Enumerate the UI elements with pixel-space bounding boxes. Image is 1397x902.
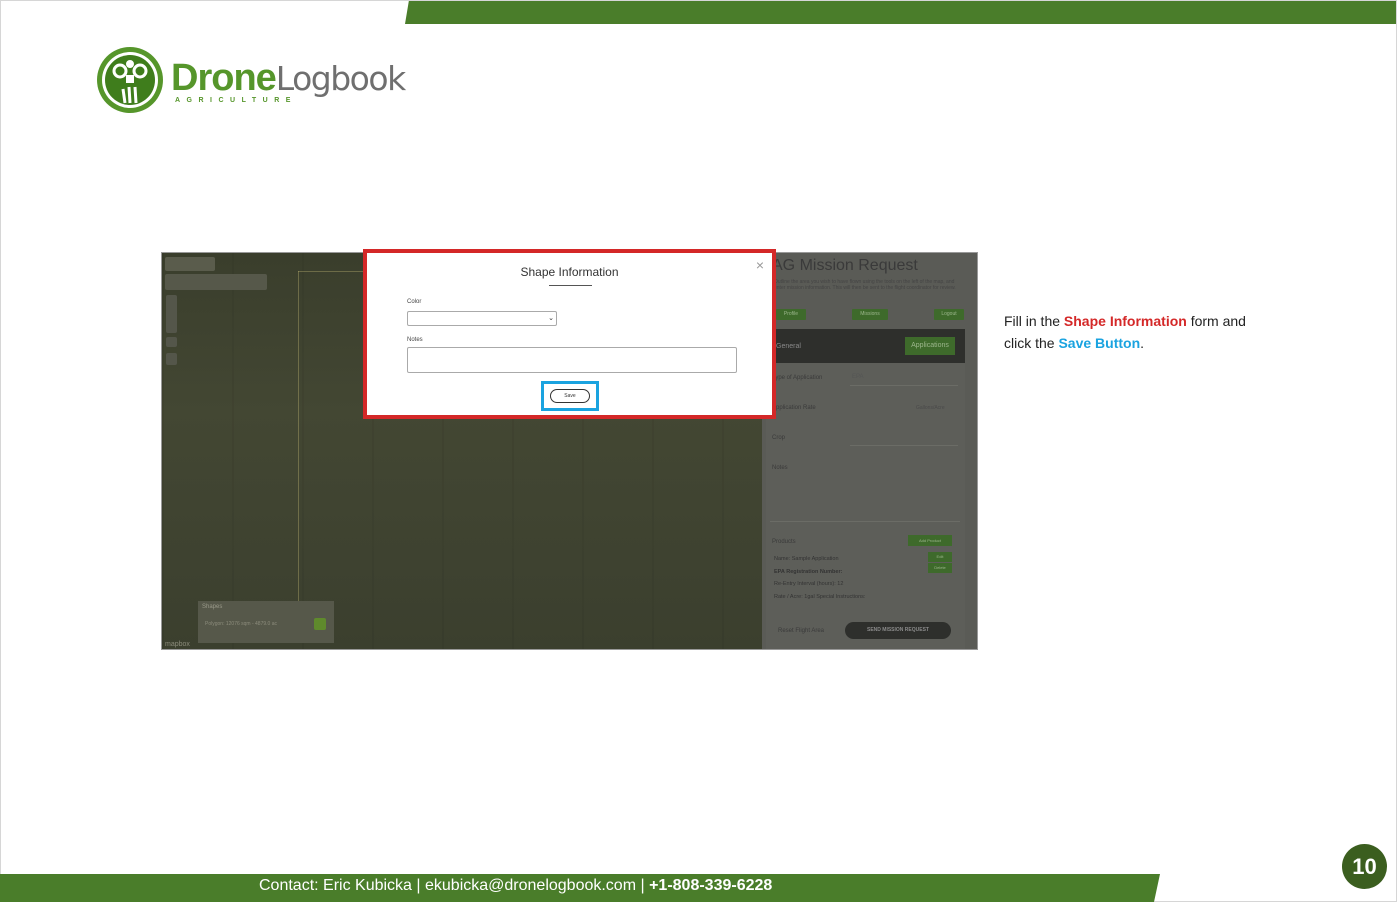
instruction-text: Fill in the Shape Information form and c… xyxy=(1004,310,1264,354)
instruction-shape-info: Shape Information xyxy=(1063,313,1187,329)
applications-form: Type of Application EPA Application Rate… xyxy=(766,363,965,649)
shape-edit-icon[interactable] xyxy=(314,618,326,630)
save-button-highlight: Save xyxy=(541,381,599,411)
delete-product-button[interactable]: Delete xyxy=(928,563,952,573)
notes-textarea[interactable] xyxy=(770,521,960,522)
notes-label: Notes xyxy=(407,337,423,343)
color-select[interactable]: ⌄ xyxy=(407,311,557,326)
shapes-panel: Shapes Polygon: 12076 sqm - 4879.0 ac xyxy=(198,601,334,643)
product-reentry: Re-Entry Interval (hours): 12 xyxy=(774,581,844,587)
modal-title: Shape Information xyxy=(520,265,619,279)
contact-phone: +1-808-339-6228 xyxy=(649,877,773,894)
mission-sidebar: AG Mission Request Outline the area you … xyxy=(762,253,977,649)
mapbox-attribution: mapbox xyxy=(165,641,190,648)
map-search-input[interactable] xyxy=(165,274,267,290)
map-trash-icon[interactable] xyxy=(166,337,177,347)
crop-label: Crop xyxy=(772,435,786,441)
footer-contact: Contact: Eric Kubicka | ekubicka@dronelo… xyxy=(259,876,772,896)
product-name: Name: Sample Application xyxy=(774,556,839,562)
map-boundary-line xyxy=(298,271,299,629)
instruction-part3: . xyxy=(1140,335,1145,351)
profile-button[interactable]: Profile xyxy=(776,309,806,320)
reset-flight-area-link[interactable]: Reset Flight Area xyxy=(778,628,824,634)
product-epa: EPA Registration Number: xyxy=(774,569,843,575)
tab-applications[interactable]: Applications xyxy=(905,337,955,355)
save-button[interactable]: Save xyxy=(550,389,590,403)
sidebar-description: Outline the area you wish to have flown … xyxy=(774,279,956,291)
page-number-badge: 10 xyxy=(1342,844,1387,889)
notes-textarea[interactable] xyxy=(407,347,737,373)
color-label: Color xyxy=(407,299,422,305)
add-product-button[interactable]: Add Product xyxy=(908,535,952,546)
dronelogbook-logo: DroneLogbook AGRICULTURE xyxy=(95,45,425,115)
rate-unit-select[interactable]: Gallons/Acre xyxy=(916,405,945,411)
map-zoom-controls[interactable] xyxy=(166,295,177,333)
shapes-item[interactable]: Polygon: 12076 sqm - 4879.0 ac xyxy=(205,621,277,627)
missions-button[interactable]: Missions xyxy=(852,309,888,320)
top-accent-band xyxy=(405,0,1397,24)
sidebar-title: AG Mission Request xyxy=(772,257,918,274)
edit-product-button[interactable]: Edit xyxy=(928,552,952,562)
instruction-save-button: Save Button xyxy=(1058,335,1141,351)
type-of-application-input[interactable]: EPA xyxy=(852,374,864,380)
notes-label: Notes xyxy=(772,465,788,471)
map-draw-icon[interactable] xyxy=(166,353,177,365)
field-underline xyxy=(850,385,958,386)
drone-logo-icon xyxy=(97,47,163,113)
application-rate-label: Application Rate xyxy=(772,405,816,411)
instruction-part1: Fill in the xyxy=(1004,313,1064,329)
modal-title-underline xyxy=(549,285,592,286)
logo-logbook-text: Logbook xyxy=(275,59,406,98)
logo-wordmark: DroneLogbook xyxy=(171,57,406,100)
tab-general[interactable]: General xyxy=(776,343,801,350)
products-label: Products xyxy=(772,539,796,545)
send-mission-request-button[interactable]: SEND MISSION REQUEST xyxy=(845,622,951,639)
map-layer-toggle[interactable] xyxy=(165,257,215,271)
sidebar-tabs: General Applications xyxy=(766,329,965,363)
chevron-down-icon: ⌄ xyxy=(548,315,554,322)
logo-subtitle: AGRICULTURE xyxy=(175,97,297,104)
type-of-application-label: Type of Application xyxy=(772,375,823,381)
crop-input[interactable] xyxy=(850,445,958,446)
logout-button[interactable]: Logout xyxy=(934,309,964,320)
product-rate: Rate / Acre: 1gal Special Instructions: xyxy=(774,594,866,600)
shapes-title: Shapes xyxy=(202,604,223,610)
shape-information-modal: Shape Information × Color ⌄ Notes Save xyxy=(363,249,776,419)
contact-text: Contact: Eric Kubicka | ekubicka@dronelo… xyxy=(259,877,650,894)
close-icon[interactable]: × xyxy=(756,257,764,273)
logo-drone-text: Drone xyxy=(171,57,277,99)
